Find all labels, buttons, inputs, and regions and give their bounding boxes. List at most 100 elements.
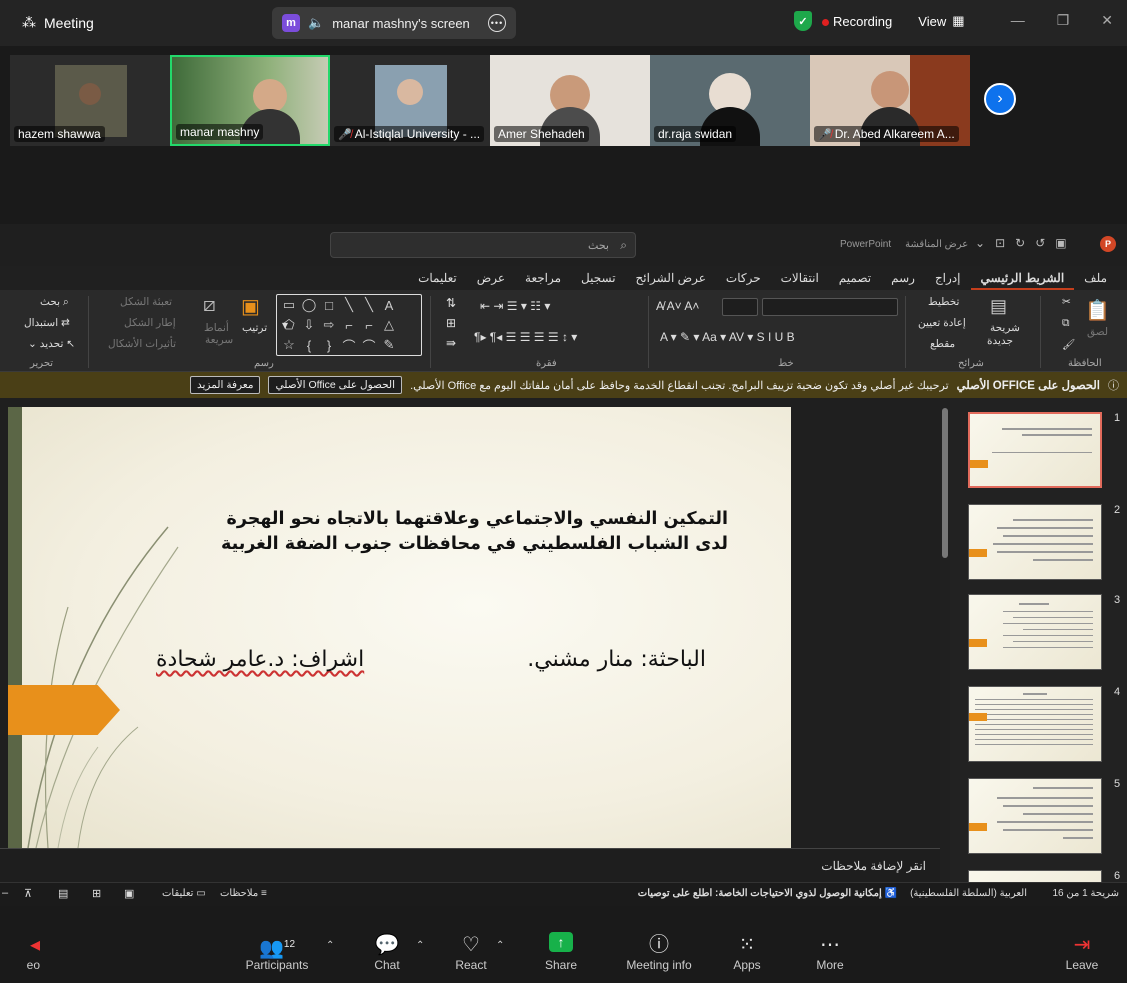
- paste-button[interactable]: لصق: [1087, 326, 1108, 338]
- tab-transitions[interactable]: انتقالات: [771, 266, 829, 290]
- scribble-shape-icon[interactable]: ✎: [384, 337, 395, 353]
- arrange-icon[interactable]: ▣: [241, 294, 260, 319]
- textbox-shape-icon[interactable]: A: [385, 298, 394, 313]
- view-button[interactable]: View ▦: [918, 13, 964, 29]
- tab-animations[interactable]: حركات: [716, 266, 771, 290]
- tab-home[interactable]: الشريط الرئيسي: [970, 266, 1075, 290]
- ppt-search-input[interactable]: بحث ⌕: [330, 232, 636, 258]
- language-status[interactable]: العربية (السلطة الفلسطينية): [910, 888, 1027, 899]
- format-painter-icon[interactable]: 🖌: [1062, 338, 1075, 351]
- reset-button[interactable]: إعادة تعيين: [918, 317, 966, 329]
- right-arrow-shape-icon[interactable]: ⇨: [324, 317, 335, 333]
- elbow-connector-icon[interactable]: ⌐: [345, 318, 353, 333]
- font-name-select[interactable]: [762, 298, 898, 316]
- tab-view[interactable]: عرض: [467, 266, 515, 290]
- shapes-more-icon[interactable]: ▾: [282, 318, 288, 332]
- video-tile[interactable]: 🎤̸ Dr. Abed Alkareem A...: [810, 55, 970, 146]
- chat-caret-icon[interactable]: ⌃: [416, 940, 424, 951]
- participants-caret-icon[interactable]: ⌃: [326, 940, 334, 951]
- brace-open-icon[interactable]: {: [307, 338, 311, 353]
- triangle-shape-icon[interactable]: △: [384, 317, 394, 333]
- react-caret-icon[interactable]: ⌃: [496, 940, 504, 951]
- quick-styles-button[interactable]: أنماط: [204, 322, 229, 334]
- font-color-controls[interactable]: A ▾ ✎ ▾ Aa ▾ AV ▾ S I U B: [660, 330, 795, 344]
- slide-thumbnail[interactable]: [968, 870, 1102, 882]
- line2-shape-icon[interactable]: ╲: [365, 297, 373, 313]
- slide-scrollbar[interactable]: [941, 402, 949, 842]
- video-tile[interactable]: 🎤̸ Al-Istiqlal University - ...: [330, 55, 490, 146]
- paste-icon[interactable]: 📋: [1085, 298, 1110, 323]
- save-icon[interactable]: ▣: [1055, 236, 1066, 250]
- alignment-controls[interactable]: ¶▸ ¶◂ ☰ ☰ ☰ ☰ ↕ ▾: [474, 330, 577, 344]
- comments-toggle[interactable]: تعليقات ▭: [162, 888, 206, 899]
- presenter-view-icon[interactable]: ⊼: [24, 887, 32, 900]
- tab-draw[interactable]: رسم: [881, 266, 925, 290]
- video-tile[interactable]: dr.raja swidan: [650, 55, 810, 146]
- line-shape-icon[interactable]: ╲: [345, 297, 353, 313]
- slide-researcher-name[interactable]: الباحثة: منار مشني.: [527, 647, 706, 672]
- leave-button[interactable]: ⇥ Leave: [1042, 932, 1122, 972]
- tab-help[interactable]: تعليمات: [408, 266, 467, 290]
- redo-icon[interactable]: ↻: [1015, 236, 1025, 250]
- accessibility-status[interactable]: ♿ إمكانية الوصول لذوي الاحتياجات الخاصة:…: [638, 888, 897, 899]
- arc-shape-icon[interactable]: ⌒: [342, 336, 355, 355]
- slide-thumbnail[interactable]: [968, 686, 1102, 762]
- elbow-connector2-icon[interactable]: ⌐: [365, 318, 373, 333]
- slide-supervisor-name[interactable]: اشراف: د.عامر شحادة: [156, 647, 364, 672]
- chat-button[interactable]: 💬 Chat: [347, 932, 427, 972]
- screen-share-pill[interactable]: m 🔈 manar mashny's screen •••: [272, 7, 516, 39]
- current-slide[interactable]: التمكين النفسي والاجتماعي وعلاقتهما بالا…: [8, 407, 791, 848]
- slide-title[interactable]: التمكين النفسي والاجتماعي وعلاقتهما بالا…: [188, 507, 728, 558]
- brace-close-icon[interactable]: }: [327, 338, 331, 353]
- video-button[interactable]: ◂ eo: [0, 932, 40, 972]
- star-shape-icon[interactable]: ☆: [283, 337, 295, 353]
- undo-icon[interactable]: ↺: [1035, 236, 1045, 250]
- font-size-select[interactable]: [722, 298, 758, 316]
- participants-button[interactable]: 👥12 Participants: [237, 932, 317, 972]
- new-slide-button-line2[interactable]: جديدة: [987, 335, 1013, 347]
- shape-fill-button[interactable]: تعبئة الشكل: [120, 296, 172, 308]
- video-tile-active-speaker[interactable]: manar mashny: [170, 55, 330, 146]
- rect-shape-icon[interactable]: □: [325, 298, 333, 313]
- security-shield-icon[interactable]: ✓: [794, 11, 812, 31]
- slide-thumbnail[interactable]: [968, 504, 1102, 580]
- tab-insert[interactable]: إدراج: [925, 266, 971, 290]
- get-office-button[interactable]: الحصول على Office الأصلي: [268, 376, 403, 394]
- minimize-icon[interactable]: —: [1011, 12, 1025, 29]
- font-size-controls[interactable]: A̸ A˅ A˄: [656, 299, 699, 313]
- learn-more-button[interactable]: معرفة المزيد: [190, 376, 261, 394]
- notes-toggle[interactable]: ملاحظات ≡: [220, 888, 267, 899]
- shape-outline-button[interactable]: إطار الشكل: [124, 317, 176, 329]
- video-tile[interactable]: Amer Shehadeh: [490, 55, 650, 146]
- next-page-arrow-icon[interactable]: ›: [984, 83, 1016, 115]
- shape-effects-button[interactable]: تأثيرات الأشكال: [108, 338, 176, 350]
- copy-icon[interactable]: ⧉: [1062, 317, 1070, 330]
- tab-record[interactable]: تسجيل: [571, 266, 626, 290]
- list-indent-controls[interactable]: ⇤ ⇥ ☰ ▾ ☷ ▾: [480, 299, 550, 313]
- quick-styles-button-line2[interactable]: سريعة: [205, 334, 233, 346]
- recording-indicator[interactable]: Recording: [822, 14, 892, 29]
- tab-design[interactable]: تصميم: [829, 266, 881, 290]
- section-button[interactable]: مقطع: [930, 338, 955, 350]
- slide-thumbnail[interactable]: [968, 594, 1102, 670]
- tab-file[interactable]: ملف: [1074, 266, 1117, 290]
- slide-canvas[interactable]: التمكين النفسي والاجتماعي وعلاقتهما بالا…: [0, 398, 940, 848]
- share-button[interactable]: ↑ Share: [521, 932, 601, 972]
- normal-view-icon[interactable]: ▤: [58, 887, 68, 900]
- curve-shape-icon[interactable]: ⌒: [362, 336, 375, 355]
- video-tile[interactable]: hazem shawwa: [10, 55, 170, 146]
- cut-icon[interactable]: ✂: [1062, 296, 1071, 308]
- apps-button[interactable]: ⁙ Apps: [707, 932, 787, 972]
- smartart-icon[interactable]: ⇛: [446, 336, 456, 350]
- scrollbar-thumb[interactable]: [942, 408, 948, 558]
- shapes-gallery[interactable]: ▭ ◯ □ ╲ ╲ A ⬠ ⇩ ⇨ ⌐ ⌐ △ ☆{} ⌒ ⌒ ✎: [276, 294, 422, 356]
- zoom-minus-icon[interactable]: –: [2, 887, 8, 899]
- slide-thumbnail[interactable]: [968, 778, 1102, 854]
- meeting-info-button[interactable]: ⓘ Meeting info: [619, 932, 699, 972]
- slideshow-icon[interactable]: ⊡: [995, 236, 1005, 250]
- more-button[interactable]: ⋯ More: [790, 932, 870, 972]
- find-button[interactable]: بحث ⌕: [40, 296, 69, 309]
- slide-thumbnail[interactable]: [968, 412, 1102, 488]
- text-direction-icon[interactable]: ⇅: [446, 296, 456, 310]
- select-button[interactable]: ⌄ تحديد ↖: [28, 338, 75, 350]
